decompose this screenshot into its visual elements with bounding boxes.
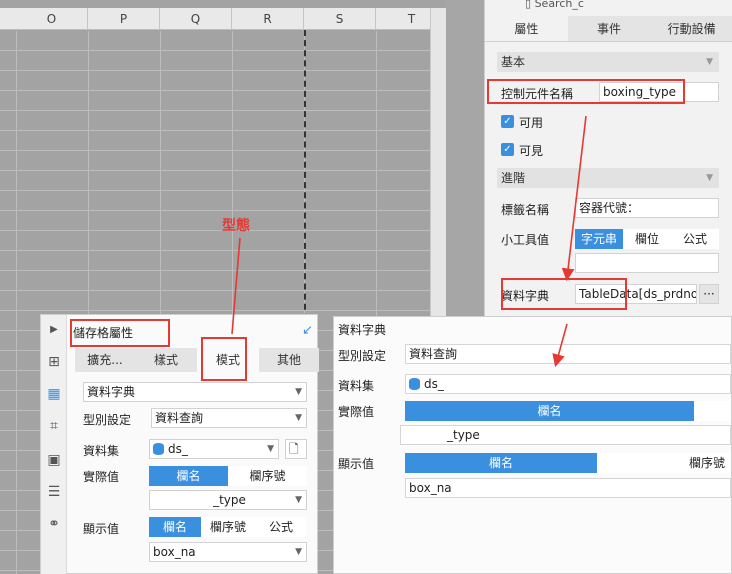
- property-tabs: 屬性 事件 行動設備: [485, 16, 732, 42]
- dialog-dataset-label: 資料集: [338, 379, 375, 393]
- tab-mobile[interactable]: 行動設備: [650, 16, 732, 41]
- section-advanced[interactable]: 進階 ▼: [497, 168, 719, 188]
- dataset-label: 資料集: [83, 444, 120, 458]
- display-value-label: 顯示值: [83, 522, 120, 536]
- visible-label: 可見: [519, 144, 544, 158]
- dialog-display-column-header[interactable]: 欄名: [405, 453, 597, 473]
- more-button[interactable]: ···: [699, 284, 719, 304]
- cell-attribute-icon[interactable]: ▦: [45, 385, 63, 403]
- highlight-mode-tab: [201, 337, 247, 381]
- cell-properties-tabs: 擴充... 樣式 模式 其他: [75, 348, 319, 372]
- pin-icon[interactable]: ↙: [302, 323, 313, 338]
- tag-name-input[interactable]: 容器代號：: [575, 198, 719, 218]
- option-column-index[interactable]: 欄序號: [201, 517, 255, 537]
- option-formula[interactable]: 公式: [671, 229, 719, 249]
- type-setting-label: 型別設定: [83, 413, 132, 427]
- option-field[interactable]: 欄位: [623, 229, 671, 249]
- type-setting-select[interactable]: 資料查詢 ▼: [151, 408, 307, 428]
- collapse-icon: ▼: [706, 57, 713, 67]
- tab-other[interactable]: 其他: [259, 348, 319, 372]
- column-header-s[interactable]: S: [304, 8, 376, 30]
- list-icon[interactable]: ☰: [45, 483, 63, 501]
- actual-value-toggle: 欄名 欄序號: [149, 466, 307, 486]
- tab-expand[interactable]: 擴充...: [75, 348, 135, 372]
- dialog-display-header: 欄名 欄序號: [405, 453, 731, 473]
- search-result-text: ▯ Search_c: [525, 0, 685, 10]
- dialog-dataset-value[interactable]: ds_: [405, 374, 731, 394]
- widget-value-label: 小工具值: [501, 233, 550, 247]
- dialog-type-value[interactable]: 資料查詢: [405, 344, 731, 364]
- chevron-down-icon: ▼: [267, 444, 274, 454]
- tab-properties[interactable]: 屬性: [485, 16, 568, 41]
- dialog-actual-label: 實際值: [338, 405, 375, 419]
- chevron-down-icon: ▼: [295, 547, 302, 557]
- highlight-control-name: [487, 79, 685, 104]
- visible-checkbox[interactable]: ✓: [501, 143, 514, 156]
- tab-style[interactable]: 樣式: [135, 348, 197, 372]
- data-dictionary-dialog: 資料字典 型別設定 資料查詢 資料集 ds_ 實際值 欄名 _type 顯示值 …: [333, 316, 732, 574]
- option-column-name[interactable]: 欄名: [149, 466, 228, 486]
- cell-properties-panel: ▶ ⊞ ▦ ⌗ ▣ ☰ ⚭ 儲存格屬性 ↙ 擴充... 樣式 模式 其他 資料字…: [40, 314, 319, 574]
- actual-value-label: 實際值: [83, 470, 120, 484]
- expand-arrow-icon[interactable]: ▶: [45, 321, 63, 339]
- dialog-display-label: 顯示值: [338, 457, 375, 471]
- dialog-actual-value[interactable]: _type: [400, 425, 731, 445]
- column-headers: O P Q R S T: [0, 8, 446, 30]
- actual-value-select[interactable]: _type ▼: [149, 490, 307, 510]
- dialog-type-label: 型別設定: [338, 349, 387, 363]
- file-icon: ▯: [525, 0, 535, 10]
- option-column-index[interactable]: 欄序號: [228, 466, 307, 486]
- preview-dataset-button[interactable]: 🗋: [285, 439, 307, 459]
- dataset-select[interactable]: ds_ ▼: [149, 439, 279, 459]
- database-icon: [409, 378, 420, 390]
- crop-icon[interactable]: ⌗: [45, 417, 63, 435]
- dialog-display-index-header[interactable]: 欄序號: [597, 453, 731, 473]
- link-icon[interactable]: ⚭: [45, 515, 63, 533]
- annotation-type-label: 型態: [222, 218, 250, 234]
- dialog-display-value[interactable]: box_na: [405, 478, 731, 498]
- column-header-o[interactable]: O: [16, 8, 88, 30]
- table-layout-icon[interactable]: ⊞: [45, 353, 63, 371]
- display-value-toggle: 欄名 欄序號 公式: [149, 517, 307, 537]
- highlight-data-dictionary: [501, 278, 627, 310]
- page-break-line: [304, 30, 306, 330]
- widget-value-toggle: 字元串 欄位 公式: [575, 229, 719, 249]
- option-formula[interactable]: 公式: [255, 517, 307, 537]
- chevron-down-icon: ▼: [295, 387, 302, 397]
- dialog-title: 資料字典: [338, 323, 387, 337]
- dialog-actual-header: 欄名: [405, 401, 731, 421]
- chevron-down-icon: ▼: [295, 495, 302, 505]
- display-value-select[interactable]: box_na ▼: [149, 542, 307, 562]
- column-header-r[interactable]: R: [232, 8, 304, 30]
- column-header-p[interactable]: P: [88, 8, 160, 30]
- column-header-q[interactable]: Q: [160, 8, 232, 30]
- option-column-name[interactable]: 欄名: [149, 517, 201, 537]
- preview-icon: 🗋: [289, 442, 299, 456]
- database-icon: [153, 443, 164, 455]
- widget-value-input[interactable]: [575, 253, 719, 273]
- chevron-down-icon: ▼: [295, 413, 302, 423]
- dialog-actual-blank-header[interactable]: [694, 401, 731, 421]
- widget-icon[interactable]: ▣: [45, 451, 63, 469]
- collapse-icon: ▼: [706, 173, 713, 183]
- tab-events[interactable]: 事件: [568, 16, 651, 41]
- option-string[interactable]: 字元串: [575, 229, 623, 249]
- side-icon-bar: ▶ ⊞ ▦ ⌗ ▣ ☰ ⚭: [41, 315, 67, 574]
- dialog-actual-column-header[interactable]: 欄名: [405, 401, 694, 421]
- highlight-panel-title: [70, 319, 170, 347]
- tag-name-label: 標籤名稱: [501, 203, 550, 217]
- enabled-label: 可用: [519, 116, 544, 130]
- dictionary-type-select[interactable]: 資料字典 ▼: [83, 382, 307, 402]
- section-basic[interactable]: 基本 ▼: [497, 52, 719, 72]
- enabled-checkbox[interactable]: ✓: [501, 115, 514, 128]
